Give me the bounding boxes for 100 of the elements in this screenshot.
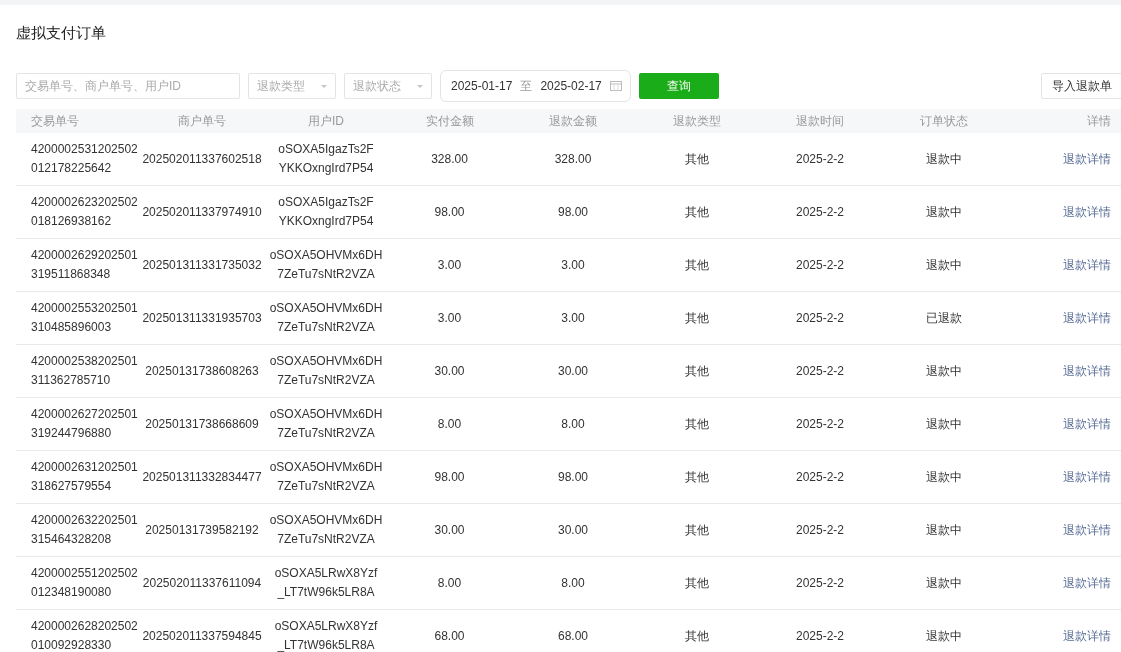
date-range-field[interactable]: 2025-01-17 至 2025-02-17 [440, 70, 631, 102]
table-cell-text: 已退款 [924, 309, 963, 327]
table-cell-text: oSOXA5LRwX8Yzf_LT7tW96k5LR8A [273, 565, 379, 601]
table-cell-text: 2025-2-2 [794, 150, 845, 168]
table-cell-text: 4200002553202501310485896003 [30, 300, 139, 336]
table-cell-text: 2025-2-2 [794, 309, 845, 327]
table-cell-text: 2025-2-2 [794, 468, 845, 486]
table-cell-text: 2025-2-2 [794, 362, 845, 380]
table-cell-text: 30.00 [557, 362, 589, 380]
table-cell-text: 8.00 [436, 415, 463, 433]
table-cell-text: 2025-2-2 [794, 256, 845, 274]
table-cell-text: 3.00 [436, 309, 463, 327]
table-cell-text: 退款中 [924, 256, 963, 274]
refund-detail-link[interactable]: 退款详情 [1063, 363, 1111, 378]
table-cell-text: 8.00 [436, 574, 463, 592]
table-cell-text: oSOXA5IgazTs2FYKKOxngIrd7P54 [277, 141, 375, 177]
table-cell-text: 其他 [683, 574, 710, 592]
column-header: 交易单号 [30, 112, 80, 130]
column-header: 退款类型 [671, 112, 722, 130]
table-cell-text: 20250131739582192 [144, 521, 260, 539]
table-cell-text: 退款中 [924, 521, 963, 539]
refund-detail-link[interactable]: 退款详情 [1063, 522, 1111, 537]
column-header: 商户单号 [177, 112, 227, 130]
table-cell-text: 68.00 [557, 627, 589, 645]
column-header: 详情 [1086, 112, 1112, 130]
column-header: 退款时间 [795, 112, 845, 130]
caret-icon [417, 84, 423, 88]
search-field[interactable]: 交易单号、商户单号、用户ID [16, 73, 240, 99]
table-cell-text: 202501311331735032 [141, 256, 263, 274]
table-cell-text: oSOXA5OHVMx6DH7ZeTu7sNtR2VZA [268, 300, 384, 336]
table-cell-text: 2025-2-2 [794, 203, 845, 221]
table-cell-text: 202502011337611094 [141, 574, 263, 592]
table-cell-text: 30.00 [557, 521, 589, 539]
table-cell-text: oSOXA5OHVMx6DH7ZeTu7sNtR2VZA [268, 247, 384, 283]
refund-detail-link[interactable]: 退款详情 [1063, 310, 1111, 325]
refund-detail-link[interactable]: 退款详情 [1063, 575, 1111, 590]
table-cell-text: 202501311332834477 [141, 468, 263, 486]
refund-detail-link[interactable]: 退款详情 [1063, 469, 1111, 484]
table-cell-text: 3.00 [436, 256, 463, 274]
table-cell-text: 4200002531202502012178225642 [30, 141, 139, 177]
table-cell-text: 202502011337594845 [141, 627, 263, 645]
table-cell-text: 退款中 [924, 203, 963, 221]
table-cell-text: 退款中 [924, 574, 963, 592]
table-cell-text: 2025-2-2 [794, 574, 845, 592]
table-cell-text: 其他 [683, 468, 710, 486]
table-cell-text: 2025-2-2 [794, 521, 845, 539]
table-cell-text: 退款中 [924, 627, 963, 645]
table-cell-text: 68.00 [433, 627, 466, 645]
table-cell-text: oSOXA5OHVMx6DH7ZeTu7sNtR2VZA [268, 406, 384, 442]
table-cell-text: 4200002631202501318627579554 [30, 459, 139, 495]
caret-icon [321, 84, 327, 88]
table-cell-text: 30.00 [433, 521, 466, 539]
table-cell-text: 其他 [683, 203, 710, 221]
table-cell-text: oSOXA5OHVMx6DH7ZeTu7sNtR2VZA [268, 353, 384, 389]
table-cell-text: 其他 [683, 150, 710, 168]
refund-detail-link[interactable]: 退款详情 [1063, 628, 1111, 643]
column-header: 实付金额 [424, 112, 475, 130]
table-cell-text: 退款中 [924, 362, 963, 380]
refund-detail-link[interactable]: 退款详情 [1063, 151, 1111, 166]
table-cell-text: 202501311331935703 [141, 309, 263, 327]
table-cell-text: 2025-2-2 [794, 627, 845, 645]
table-cell-text: 8.00 [560, 415, 586, 433]
query-button[interactable]: 查询 [638, 73, 719, 99]
column-header: 订单状态 [918, 112, 969, 130]
table-cell-text: 328.00 [430, 150, 469, 168]
refund-detail-link[interactable]: 退款详情 [1063, 416, 1111, 431]
table-cell-text: 202502011337974910 [141, 203, 263, 221]
table-cell-text: 4200002628202502010092928330 [30, 618, 139, 652]
table-cell-text: 4200002551202502012348190080 [30, 565, 139, 601]
table-cell-text: 其他 [683, 415, 710, 433]
table-cell-text: 4200002627202501319244796880 [30, 406, 139, 442]
table-cell-text: 2025-2-2 [794, 415, 845, 433]
table-cell-text: 其他 [683, 627, 710, 645]
table-cell-text: 4200002629202501319511868348 [30, 247, 139, 283]
table-cell-text: 退款中 [924, 415, 963, 433]
table-cell-text: 退款中 [924, 150, 963, 168]
table-cell-text: 4200002538202501311362785710 [30, 353, 139, 389]
import-refund-button[interactable]: 导入退款单 [1041, 73, 1121, 99]
table-cell-text: 98.00 [557, 468, 589, 486]
column-header: 用户ID [307, 112, 345, 130]
table-cell-text: 其他 [683, 256, 710, 274]
table-cell-text: 98.00 [433, 468, 466, 486]
table-cell-text: 328.00 [553, 150, 593, 168]
table-cell-text: 退款中 [924, 468, 963, 486]
column-header: 退款金额 [548, 112, 598, 130]
refund-detail-link[interactable]: 退款详情 [1063, 257, 1111, 272]
table-cell-text: 其他 [683, 521, 710, 539]
table-cell-text: 202502011337602518 [141, 150, 263, 168]
table-cell-text: 8.00 [560, 574, 586, 592]
table-cell-text: 20250131738668609 [144, 415, 260, 433]
table-cell-text: 4200002632202501315464328208 [30, 512, 139, 548]
table-cell-text: 3.00 [560, 309, 586, 327]
table-cell-text: oSOXA5OHVMx6DH7ZeTu7sNtR2VZA [268, 512, 384, 548]
table-cell-text: 98.00 [557, 203, 589, 221]
refund-detail-link[interactable]: 退款详情 [1063, 204, 1111, 219]
table-cell-text: 20250131738608263 [144, 362, 260, 380]
table-cell-text: oSOXA5LRwX8Yzf_LT7tW96k5LR8A [273, 618, 379, 652]
table-cell-text: 4200002623202502018126938162 [30, 194, 139, 230]
table-cell-text: oSOXA5OHVMx6DH7ZeTu7sNtR2VZA [268, 459, 384, 495]
table-cell-text: 98.00 [433, 203, 466, 221]
